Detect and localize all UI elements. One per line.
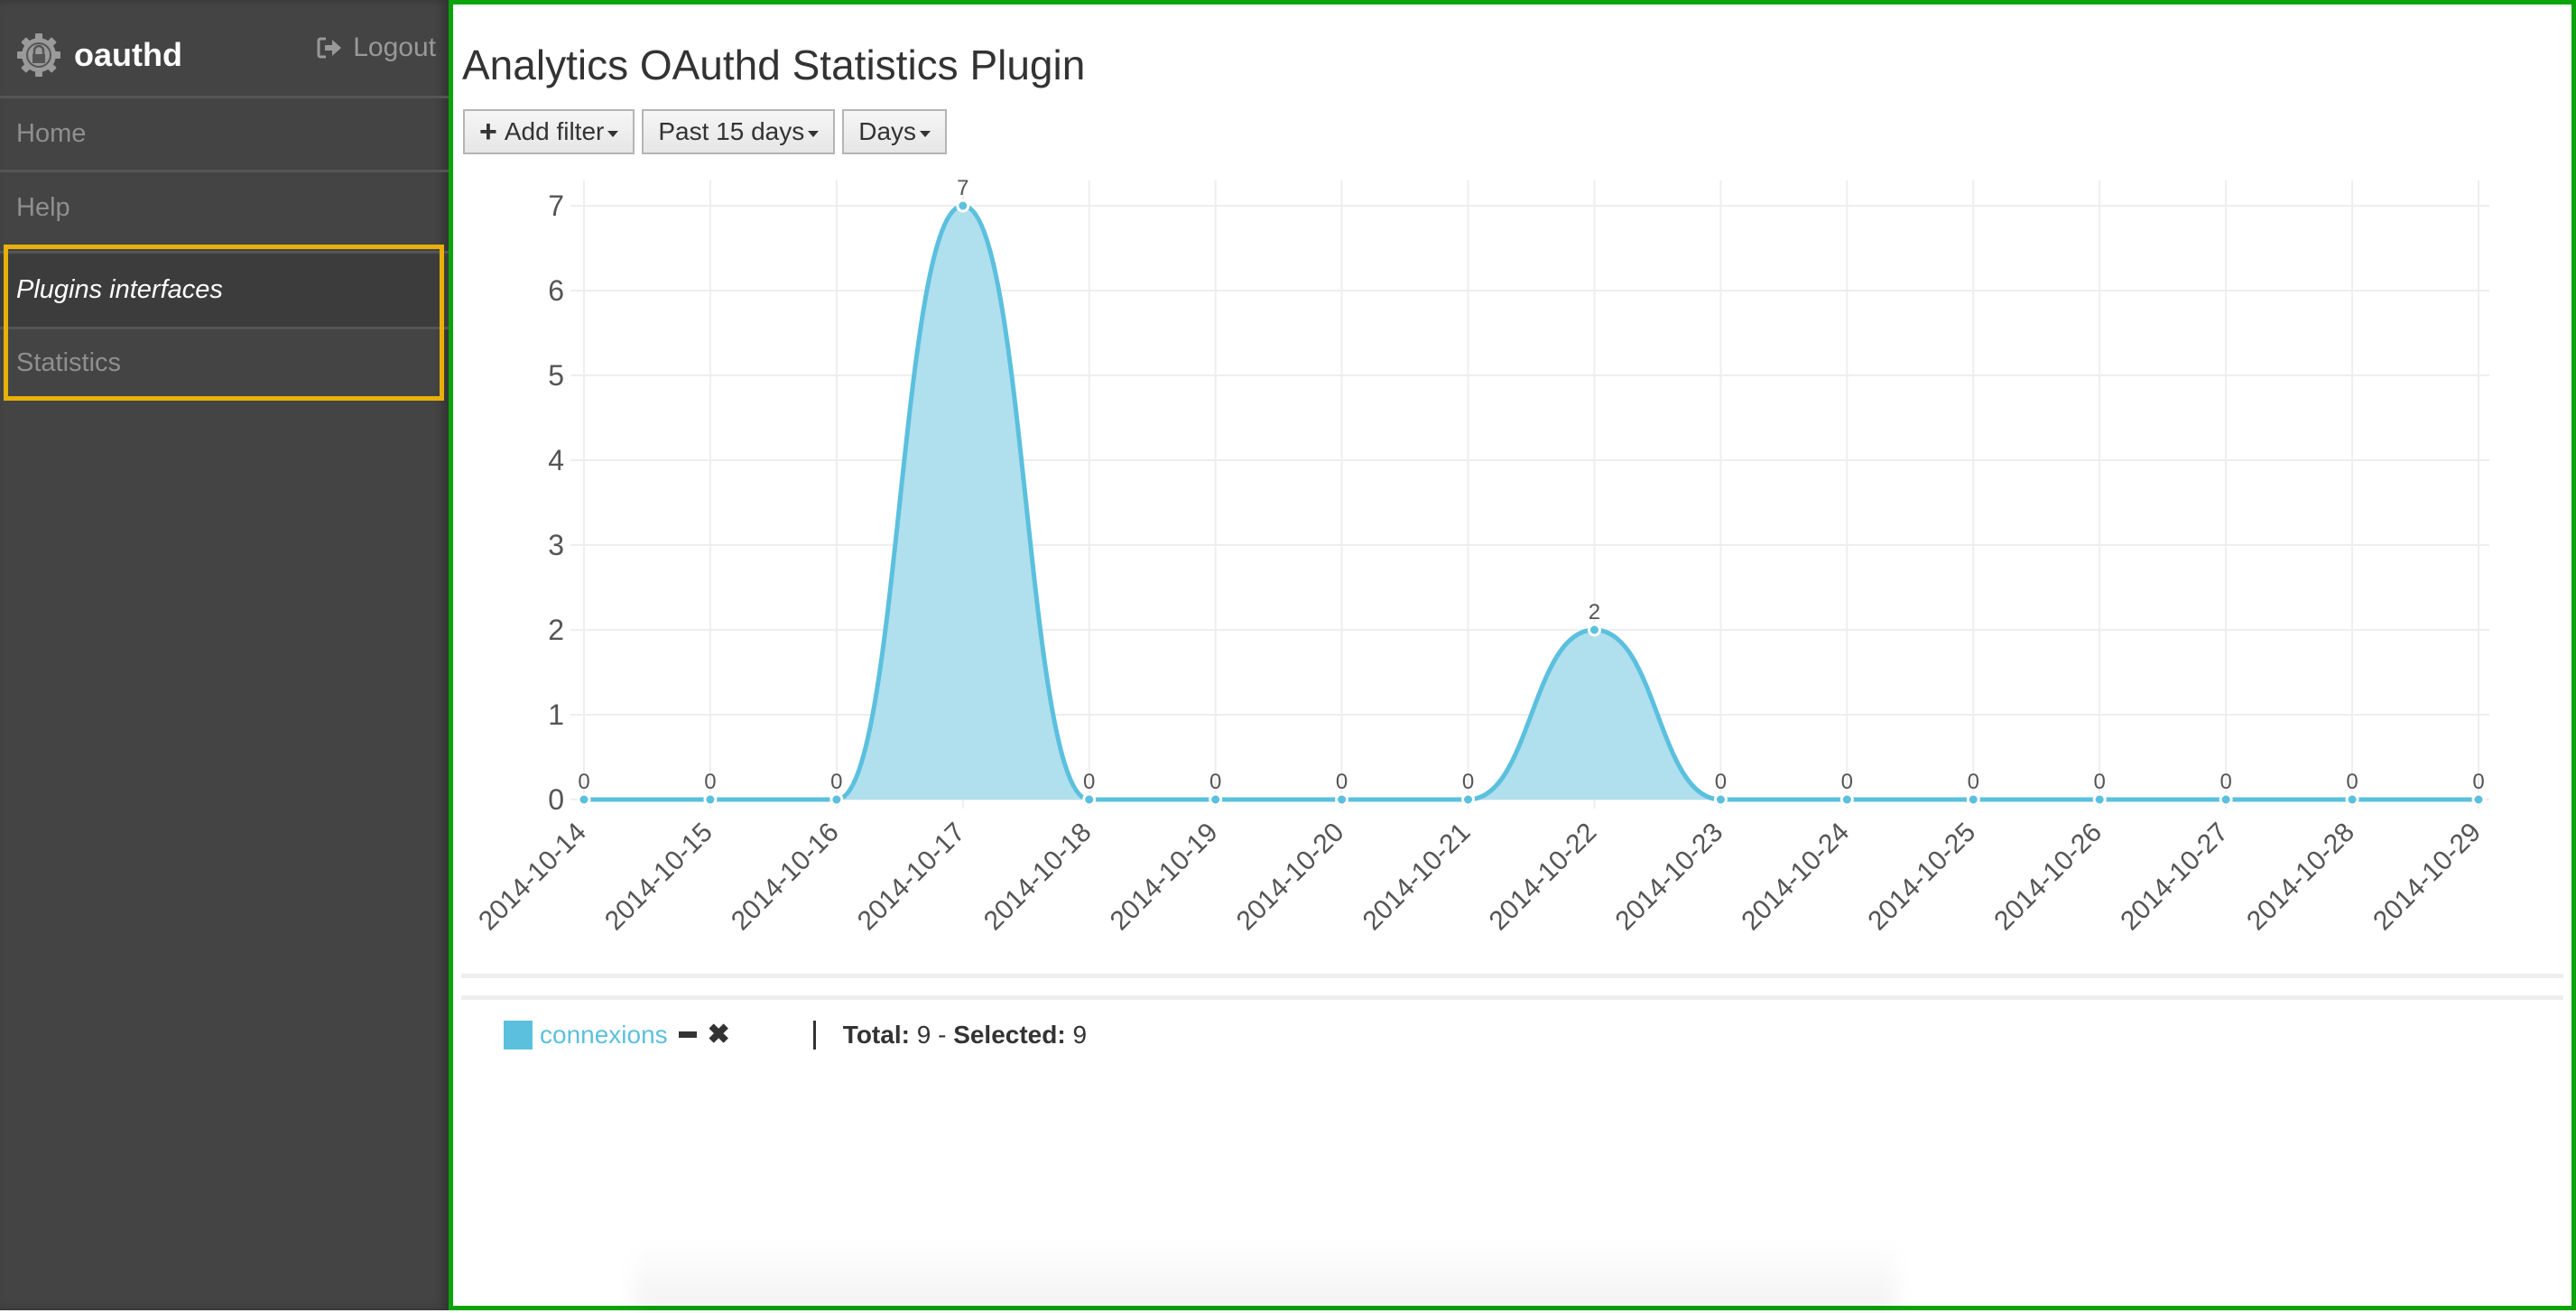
divider bbox=[461, 974, 2563, 978]
x-tick-label: 2014-10-23 bbox=[1609, 818, 1728, 937]
x-tick-label: 2014-10-15 bbox=[599, 818, 718, 937]
data-point bbox=[956, 199, 970, 213]
y-tick-label: 2 bbox=[548, 614, 564, 646]
gear-lock-logo-icon bbox=[17, 33, 60, 77]
data-point bbox=[2092, 792, 2107, 807]
logout-button[interactable]: Logout bbox=[317, 32, 436, 63]
y-tick-label: 0 bbox=[548, 783, 564, 816]
data-label: 7 bbox=[957, 176, 968, 200]
data-point bbox=[1209, 792, 1223, 807]
x-tick-label: 2014-10-17 bbox=[852, 818, 971, 937]
x-tick-label: 2014-10-19 bbox=[1105, 818, 1224, 937]
data-point bbox=[1587, 623, 1601, 637]
data-label: 0 bbox=[1336, 770, 1348, 794]
data-point bbox=[2471, 792, 2486, 807]
brand[interactable]: oauthd bbox=[16, 27, 182, 83]
sidebar-item-label: Home bbox=[16, 119, 87, 148]
connexions-chart: 012345670 0 070 0 0 020 0 0 0 0 0 02014-10-14 2014-1… bbox=[473, 176, 2489, 937]
legend-swatch bbox=[504, 1020, 533, 1049]
x-tick-label: 2014-10-28 bbox=[2241, 818, 2360, 937]
x-tick-label: 2014-10-21 bbox=[1357, 818, 1477, 937]
selected-value: 9 bbox=[1072, 1020, 1088, 1049]
data-point bbox=[577, 792, 591, 807]
data-label: 0 bbox=[704, 770, 716, 794]
data-label: 0 bbox=[830, 770, 842, 794]
sidebar-item-plugins-interfaces[interactable]: Plugins interfaces bbox=[0, 251, 449, 327]
divider bbox=[461, 995, 2563, 1000]
minus-icon[interactable] bbox=[678, 1031, 697, 1038]
x-tick-label: 2014-10-20 bbox=[1231, 818, 1350, 937]
x-tick-label: 2014-10-24 bbox=[1736, 818, 1855, 937]
data-label: 0 bbox=[578, 770, 589, 794]
data-label: 0 bbox=[1968, 770, 1979, 794]
sidebar-item-label: Help bbox=[16, 193, 70, 222]
y-tick-label: 6 bbox=[548, 274, 564, 307]
y-tick-label: 3 bbox=[548, 529, 564, 561]
data-point bbox=[1461, 792, 1476, 807]
data-point bbox=[1839, 792, 1854, 807]
data-point bbox=[2345, 792, 2359, 807]
close-icon[interactable]: ✖ bbox=[708, 1019, 730, 1050]
sidebar-item-label: Statistics bbox=[16, 348, 122, 377]
selected-label: Selected: bbox=[953, 1020, 1066, 1049]
data-point bbox=[1713, 792, 1728, 807]
data-point bbox=[1335, 792, 1349, 807]
y-tick-label: 4 bbox=[548, 444, 564, 476]
data-label: 0 bbox=[1841, 770, 1853, 794]
legend: connexions ✖ Total: 9 - Selected: 9 bbox=[504, 1019, 1087, 1050]
data-point bbox=[1966, 792, 1980, 807]
sidebar-item-home[interactable]: Home bbox=[0, 96, 449, 170]
totals: Total: 9 - Selected: 9 bbox=[843, 1021, 1087, 1049]
sidebar-item-statistics[interactable]: Statistics bbox=[0, 327, 449, 397]
data-label: 2 bbox=[1589, 600, 1600, 624]
legend-separator bbox=[812, 1020, 816, 1049]
y-tick-label: 1 bbox=[548, 698, 564, 731]
sidebar-item-label: Plugins interfaces bbox=[16, 275, 223, 304]
sidebar: oauthd Logout Home Help Plugins interfac… bbox=[0, 0, 449, 1310]
shadow bbox=[634, 1241, 1897, 1313]
totals-separator: - bbox=[931, 1020, 954, 1049]
data-label: 0 bbox=[1715, 770, 1727, 794]
data-point bbox=[829, 792, 844, 807]
main-content: Analytics OAuthd Statistics Plugin + Add… bbox=[449, 0, 2576, 1313]
y-tick-label: 5 bbox=[548, 359, 564, 392]
data-label: 0 bbox=[1462, 770, 1474, 794]
x-tick-label: 2014-10-25 bbox=[1862, 818, 1981, 937]
data-label: 0 bbox=[1209, 770, 1221, 794]
data-label: 0 bbox=[2472, 770, 2484, 794]
data-label: 0 bbox=[2346, 770, 2358, 794]
sidebar-item-help[interactable]: Help bbox=[0, 170, 449, 244]
x-tick-label: 2014-10-26 bbox=[1988, 818, 2108, 937]
data-point bbox=[703, 792, 718, 807]
sign-out-icon bbox=[317, 37, 342, 59]
total-value: 9 bbox=[916, 1020, 931, 1049]
x-tick-label: 2014-10-14 bbox=[473, 818, 592, 937]
x-tick-label: 2014-10-29 bbox=[2368, 818, 2487, 937]
logout-label: Logout bbox=[353, 32, 436, 62]
x-tick-label: 2014-10-27 bbox=[2115, 818, 2234, 937]
x-tick-label: 2014-10-22 bbox=[1484, 818, 1603, 937]
data-point bbox=[1082, 792, 1097, 807]
total-label: Total: bbox=[842, 1020, 910, 1049]
data-point bbox=[2219, 792, 2233, 807]
data-label: 0 bbox=[2094, 770, 2106, 794]
x-tick-label: 2014-10-18 bbox=[978, 818, 1098, 937]
legend-series-toggle[interactable]: connexions bbox=[540, 1021, 668, 1049]
series-line bbox=[584, 203, 2479, 802]
data-label: 0 bbox=[2219, 770, 2231, 794]
x-tick-label: 2014-10-16 bbox=[726, 818, 845, 937]
brand-name: oauthd bbox=[74, 36, 182, 73]
y-tick-label: 7 bbox=[548, 190, 564, 222]
data-label: 0 bbox=[1083, 770, 1095, 794]
